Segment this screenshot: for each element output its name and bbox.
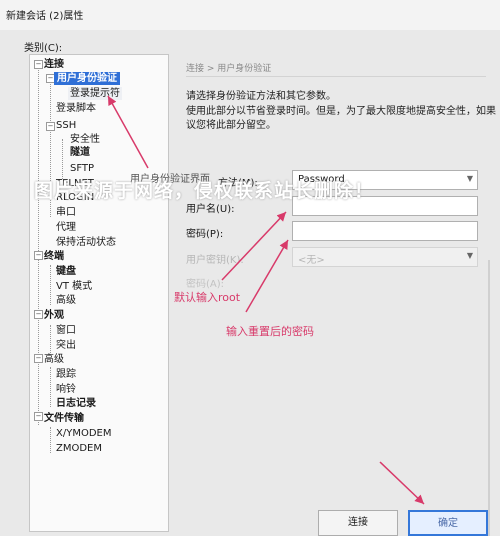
user-key-value: <无> [298,255,325,266]
category-label: 类别(C): [24,43,63,54]
tree-item-connection[interactable]: 连接 [44,58,64,71]
tree-item-logging[interactable]: 日志记录 [56,397,96,410]
tree-item-xymodem[interactable]: X/YMODEM [56,427,111,440]
chevron-down-icon: ▼ [466,251,473,260]
breadcrumb: 连接 > 用户身份验证 [186,64,272,74]
tree-guide [50,367,51,407]
arrow-to-password [245,239,289,313]
expand-toggle-icon[interactable]: − [34,251,43,260]
expand-toggle-icon[interactable]: − [34,354,43,363]
dialog-edge [488,260,490,536]
arrow-to-ok [379,461,425,505]
tree-item-terminal[interactable]: 终端 [44,250,64,263]
tree-guide [50,427,51,453]
expand-toggle-icon[interactable]: − [34,310,43,319]
tree-item-sftp[interactable]: SFTP [70,162,94,175]
password-label: 密码(P): [186,229,224,240]
panel-description: 请选择身份验证方法和其它参数。 [186,91,336,102]
panel-description: 议您将此部分留空。 [186,120,276,131]
tree-item-keepalive[interactable]: 保持活动状态 [56,236,116,249]
tree-item-keyboard[interactable]: 键盘 [56,265,76,278]
tree-item-appearance[interactable]: 外观 [44,309,64,322]
ok-button[interactable]: 确定 [408,510,488,536]
tree-item-user-auth[interactable]: 用户身份验证 [54,72,120,85]
tree-item-security[interactable]: 安全性 [70,133,100,146]
chevron-down-icon: ▼ [466,174,473,183]
tree-item-advanced[interactable]: 高级 [44,353,64,366]
tree-item-window[interactable]: 窗口 [56,324,76,337]
arrow-to-username [221,211,287,281]
tree-item-terminal-advanced[interactable]: 高级 [56,294,76,307]
tree-guide [50,325,51,355]
tree-item-tunnel[interactable]: 隧道 [70,146,90,159]
tree-item-zmodem[interactable]: ZMODEM [56,442,102,455]
tree-item-vt-mode[interactable]: VT 模式 [56,280,92,293]
tree-guide [38,65,39,425]
watermark-text: 图片来源于网络，侵权联系站长删除！ [34,180,375,202]
annotation-default-root: 默认输入root [174,291,241,304]
tree-guide [62,139,63,179]
password-field[interactable] [292,221,478,241]
tree-item-ssh[interactable]: SSH [56,119,76,132]
user-key-label: 用户密钥(K): [186,255,244,266]
title-bar: 新建会话 (2)属性 [0,0,500,30]
tree-item-login-script[interactable]: 登录脚本 [56,102,96,115]
user-key-select[interactable]: <无> ▼ [292,247,478,267]
category-tree[interactable]: − − − − − − − 连接 用户身份验证 登录提示符 登录脚本 SSH 安… [29,54,169,532]
window-title: 新建会话 (2)属性 [6,11,84,22]
panel-description: 使用此部分以节省登录时间。但是，为了最大限度地提高安全性，如果 [186,106,496,117]
annotation-reset-password: 输入重置后的密码 [226,325,314,338]
tree-item-highlight[interactable]: 突出 [56,339,76,352]
tree-guide [50,265,51,305]
tree-item-login-prompt[interactable]: 登录提示符 [68,87,122,100]
tree-item-trace[interactable]: 跟踪 [56,368,76,381]
tree-item-serial[interactable]: 串口 [56,206,76,219]
tree-item-file-transfer[interactable]: 文件传输 [44,412,84,425]
connect-button[interactable]: 连接 [318,510,398,536]
passphrase-label: 密码(A): [186,279,225,290]
tree-item-bell[interactable]: 响铃 [56,383,76,396]
expand-toggle-icon[interactable]: − [34,412,43,421]
expand-toggle-icon[interactable]: − [34,60,43,69]
breadcrumb-divider [186,76,486,77]
tree-item-proxy[interactable]: 代理 [56,221,76,234]
expand-toggle-icon[interactable]: − [46,122,55,131]
